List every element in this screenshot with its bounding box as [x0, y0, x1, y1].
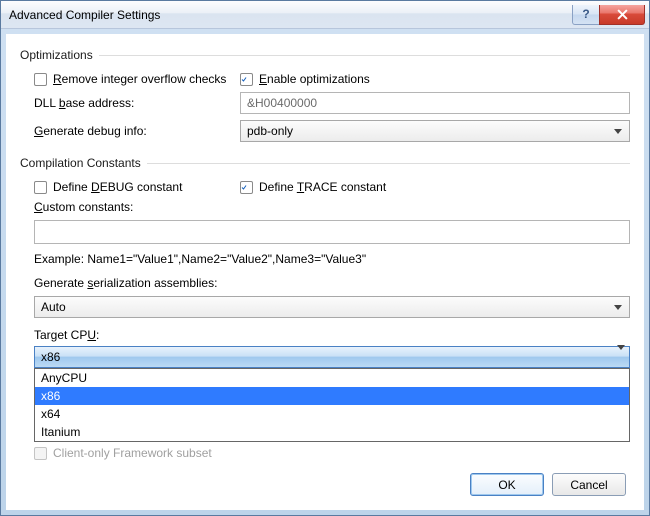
- help-button[interactable]: ?: [572, 5, 600, 25]
- define-trace-label: Define TRACE constant: [259, 180, 386, 194]
- target-cpu-option-x64[interactable]: x64: [35, 405, 629, 423]
- select-value: pdb-only: [247, 124, 293, 138]
- section-label: Optimizations: [20, 48, 93, 62]
- enable-optimizations-label: Enable optimizations: [259, 72, 370, 86]
- define-debug-checkbox[interactable]: [34, 181, 47, 194]
- target-cpu-select-wrap: x86 AnyCPU x86 x64 Itanium: [34, 346, 630, 368]
- close-icon: [617, 9, 628, 20]
- generate-serialization-select[interactable]: Auto: [34, 296, 630, 318]
- define-trace-checkbox[interactable]: [240, 181, 253, 194]
- select-value: Auto: [41, 300, 66, 314]
- section-label: Compilation Constants: [20, 156, 141, 170]
- dll-base-address-label: DLL base address:: [34, 96, 134, 110]
- select-value: x86: [41, 350, 60, 364]
- target-cpu-option-itanium[interactable]: Itanium: [35, 423, 629, 441]
- chevron-down-icon: [617, 350, 625, 364]
- dll-base-address-input[interactable]: [240, 92, 630, 114]
- cancel-button[interactable]: Cancel: [552, 473, 626, 496]
- target-cpu-option-anycpu[interactable]: AnyCPU: [35, 369, 629, 387]
- ok-button[interactable]: OK: [470, 473, 544, 496]
- footer-buttons: OK Cancel: [470, 473, 626, 496]
- example-text: Example: Name1="Value1",Name2="Value2",N…: [20, 252, 630, 266]
- generate-debug-info-label: Generate debug info:: [34, 124, 147, 138]
- define-debug-label: Define DEBUG constant: [53, 180, 182, 194]
- check-icon: [241, 74, 247, 85]
- remove-overflow-label: Remove integer overflow checks: [53, 72, 226, 86]
- close-button[interactable]: [599, 5, 645, 25]
- custom-constants-label: Custom constants:: [34, 200, 133, 214]
- chevron-down-icon: [610, 297, 625, 317]
- chevron-down-icon: [610, 121, 625, 141]
- client-only-framework-label: Client-only Framework subset: [53, 446, 212, 460]
- section-compilation-constants: Compilation Constants: [20, 156, 630, 170]
- dialog-advanced-compiler-settings: Advanced Compiler Settings ? Optimizatio…: [0, 0, 650, 516]
- target-cpu-select[interactable]: x86: [34, 346, 630, 368]
- titlebar: Advanced Compiler Settings ?: [1, 1, 649, 29]
- divider: [147, 163, 630, 164]
- target-cpu-option-x86[interactable]: x86: [35, 387, 629, 405]
- check-icon: [241, 182, 247, 193]
- enable-optimizations-checkbox[interactable]: [240, 73, 253, 86]
- window-title: Advanced Compiler Settings: [9, 8, 160, 22]
- target-cpu-label: Target CPU:: [34, 328, 99, 342]
- client-only-framework-checkbox: [34, 447, 47, 460]
- titlebar-buttons: ?: [573, 5, 645, 25]
- custom-constants-input[interactable]: [34, 220, 630, 244]
- remove-overflow-checkbox[interactable]: [34, 73, 47, 86]
- client-area: Optimizations Remove integer overflow ch…: [1, 29, 649, 515]
- generate-serialization-label: Generate serialization assemblies:: [34, 276, 217, 290]
- divider: [99, 55, 630, 56]
- target-cpu-dropdown-list: AnyCPU x86 x64 Itanium: [34, 368, 630, 442]
- section-optimizations: Optimizations: [20, 48, 630, 62]
- generate-debug-info-select[interactable]: pdb-only: [240, 120, 630, 142]
